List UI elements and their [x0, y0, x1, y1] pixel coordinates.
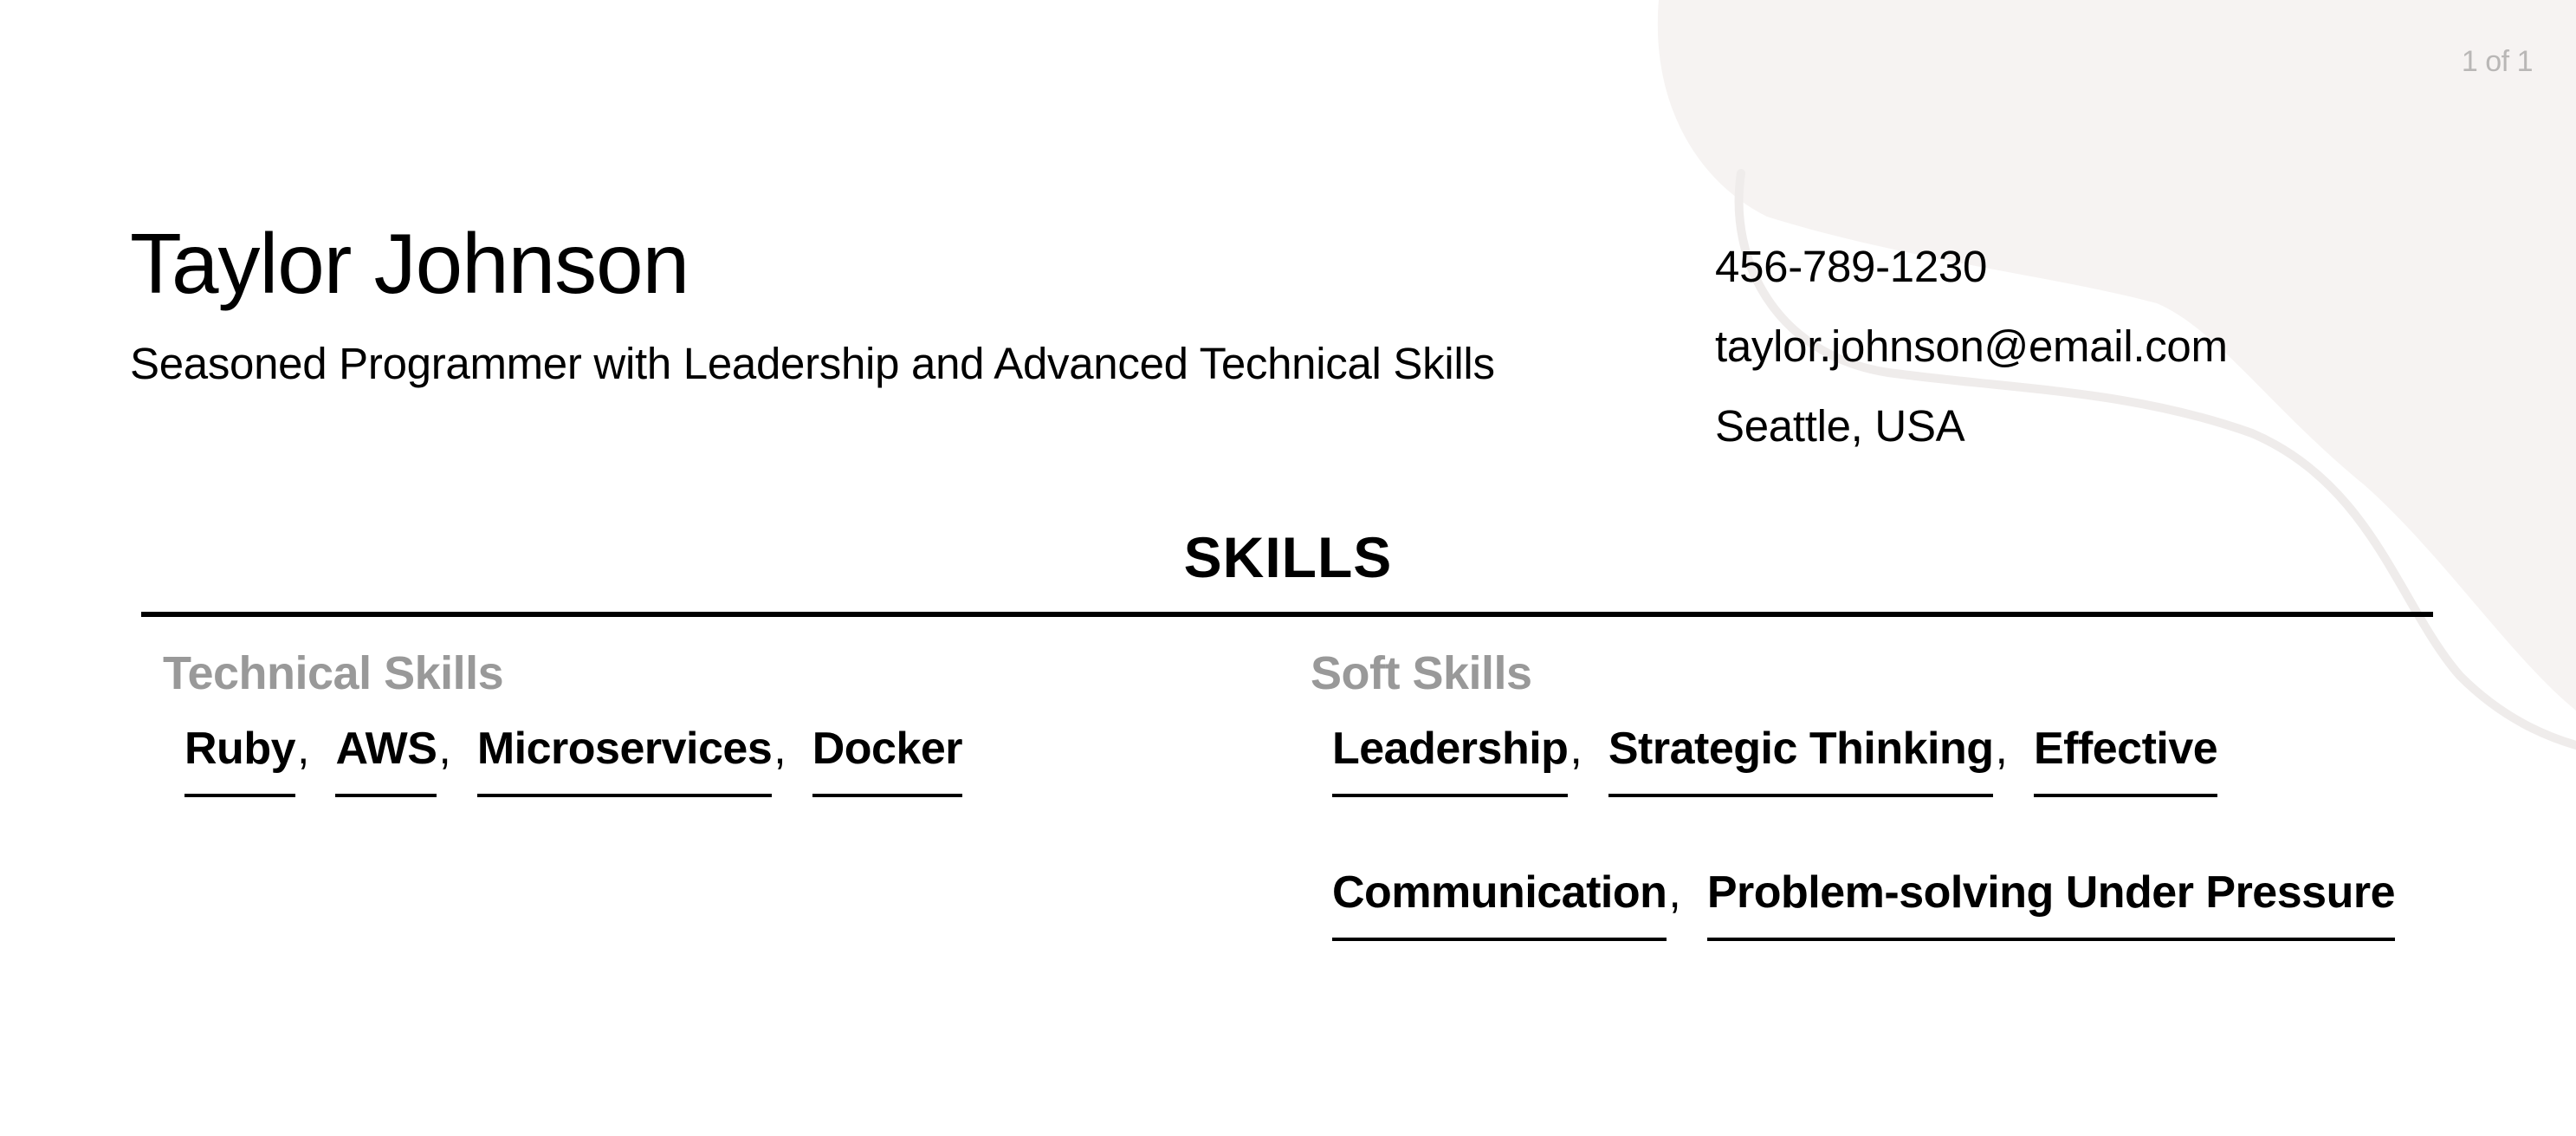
skill-item: Strategic Thinking, — [1608, 721, 2008, 806]
skill-separator: , — [438, 724, 451, 774]
skill-label: Leadership — [1332, 721, 1569, 797]
soft-skills-heading: Soft Skills — [1311, 647, 1532, 699]
skill-label: Ruby — [184, 721, 296, 797]
skill-label: Effective — [2033, 721, 2218, 797]
contact-block: 456-789-1230 taylor.johnson@email.com Se… — [1715, 227, 2228, 466]
skill-separator: , — [773, 724, 786, 774]
candidate-tagline: Seasoned Programmer with Leadership and … — [130, 339, 1495, 388]
contact-phone: 456-789-1230 — [1715, 242, 1988, 291]
skill-separator: , — [1570, 724, 1582, 774]
skill-item: Problem-solving Under Pressure — [1706, 865, 2397, 950]
technical-skills-list: Ruby, AWS, Microservices, Docker — [184, 721, 1289, 806]
skill-label: Microservices — [476, 721, 773, 797]
skill-separator: , — [1668, 867, 1681, 918]
skill-label: Problem-solving Under Pressure — [1706, 865, 2395, 941]
contact-email: taylor.johnson@email.com — [1715, 321, 2228, 371]
skill-item: Effective — [2033, 721, 2219, 806]
page-counter: 1 of 1 — [2461, 45, 2534, 78]
skill-label: AWS — [335, 721, 437, 797]
skill-item: Ruby, — [184, 721, 309, 806]
skill-label: Communication — [1332, 865, 1667, 941]
technical-skills-column: Technical Skills Ruby, AWS, Microservice… — [163, 650, 1289, 806]
skill-separator: , — [1995, 724, 2008, 774]
skill-label: Strategic Thinking — [1608, 721, 1994, 797]
soft-skills-column: Soft Skills Leadership, Strategic Thinki… — [1311, 650, 2463, 950]
skill-item: Leadership, — [1332, 721, 1582, 806]
skill-item: Communication, — [1332, 865, 1681, 950]
skill-item: AWS, — [335, 721, 451, 806]
skills-section-title: SKILLS — [1183, 525, 1393, 589]
skill-item: Microservices, — [476, 721, 786, 806]
soft-skills-list: Leadership, Strategic Thinking, Effectiv… — [1332, 721, 2463, 950]
skill-item: Docker — [812, 721, 964, 806]
skill-separator: , — [297, 724, 310, 774]
section-divider — [141, 612, 2433, 617]
skill-label: Docker — [812, 721, 963, 797]
technical-skills-heading: Technical Skills — [163, 647, 504, 699]
contact-location: Seattle, USA — [1715, 401, 1965, 451]
candidate-name: Taylor Johnson — [130, 216, 689, 311]
